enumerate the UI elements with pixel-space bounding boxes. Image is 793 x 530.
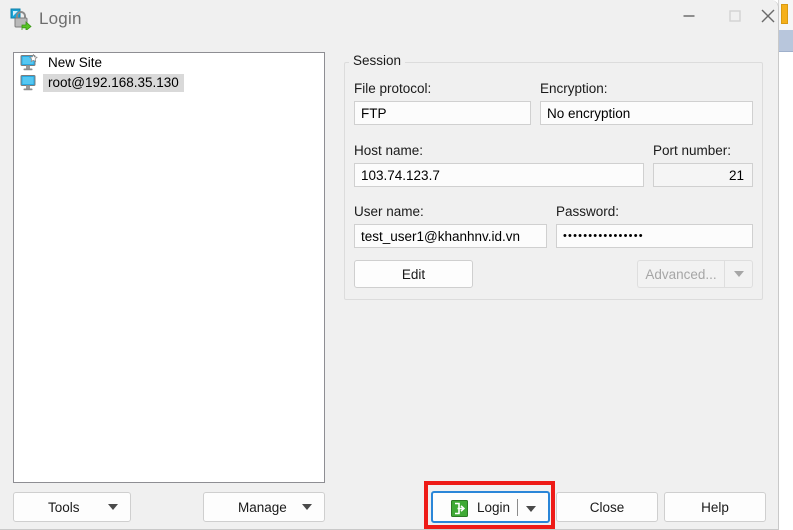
list-item[interactable]: root@192.168.35.130 bbox=[14, 73, 324, 93]
tools-button-label: Tools bbox=[48, 499, 80, 515]
host-name-label: Host name: bbox=[354, 143, 424, 158]
tools-button[interactable]: Tools bbox=[13, 492, 131, 522]
help-button[interactable]: Help bbox=[664, 492, 766, 522]
password-label: Password: bbox=[556, 204, 620, 219]
chevron-down-icon bbox=[108, 504, 118, 510]
encryption-select[interactable]: No encryption bbox=[540, 101, 753, 125]
port-number-label: Port number: bbox=[653, 143, 732, 158]
close-window-button[interactable] bbox=[758, 0, 778, 32]
login-green-arrow-icon bbox=[451, 500, 468, 517]
file-protocol-label: File protocol: bbox=[354, 81, 432, 96]
host-name-input[interactable]: 103.74.123.7 bbox=[354, 163, 644, 187]
maximize-button[interactable] bbox=[712, 0, 758, 32]
advanced-button[interactable]: Advanced... bbox=[637, 260, 724, 288]
login-button-label: Login bbox=[477, 500, 511, 515]
sites-list[interactable]: New Site root@192.168.35.130 bbox=[13, 52, 325, 483]
background-selected-band bbox=[779, 30, 793, 52]
background-tabstrip bbox=[779, 0, 793, 30]
port-number-input[interactable]: 21 bbox=[653, 163, 753, 187]
background-window-body bbox=[779, 52, 793, 530]
encryption-label: Encryption: bbox=[540, 81, 608, 96]
minimize-button[interactable] bbox=[666, 0, 712, 32]
chevron-down-icon bbox=[733, 271, 744, 277]
advanced-dropdown-button[interactable] bbox=[724, 260, 753, 288]
login-button[interactable]: Login bbox=[431, 491, 550, 523]
list-item[interactable]: New Site bbox=[14, 53, 324, 73]
window-title: Login bbox=[39, 9, 82, 28]
session-group-legend: Session bbox=[349, 53, 406, 68]
manage-button[interactable]: Manage bbox=[203, 492, 325, 522]
title-bar: Login bbox=[0, 0, 778, 40]
file-protocol-select[interactable]: FTP bbox=[354, 101, 531, 125]
site-monitor-icon bbox=[20, 74, 39, 92]
login-dropdown-button[interactable] bbox=[525, 504, 537, 514]
edit-button[interactable]: Edit bbox=[354, 260, 473, 288]
winscp-login-lock-icon bbox=[10, 8, 32, 32]
manage-button-label: Manage bbox=[238, 499, 287, 515]
user-name-label: User name: bbox=[354, 204, 424, 219]
chevron-down-icon bbox=[302, 504, 312, 510]
list-item-label: root@192.168.35.130 bbox=[43, 74, 184, 92]
background-window-sliver bbox=[778, 0, 793, 530]
password-masked-value: •••••••••••••••• bbox=[563, 230, 644, 242]
new-site-monitor-star-icon bbox=[20, 53, 39, 72]
background-yellow-marker-icon bbox=[781, 4, 788, 24]
user-name-input[interactable]: test_user1@khanhnv.id.vn bbox=[354, 224, 547, 248]
list-item-label: New Site bbox=[48, 55, 103, 70]
login-dialog: Login New Site root@192.168.35.130 Sessi… bbox=[0, 0, 779, 530]
close-button[interactable]: Close bbox=[556, 492, 658, 522]
login-split-separator bbox=[517, 499, 518, 516]
password-input[interactable]: •••••••••••••••• bbox=[556, 224, 753, 248]
